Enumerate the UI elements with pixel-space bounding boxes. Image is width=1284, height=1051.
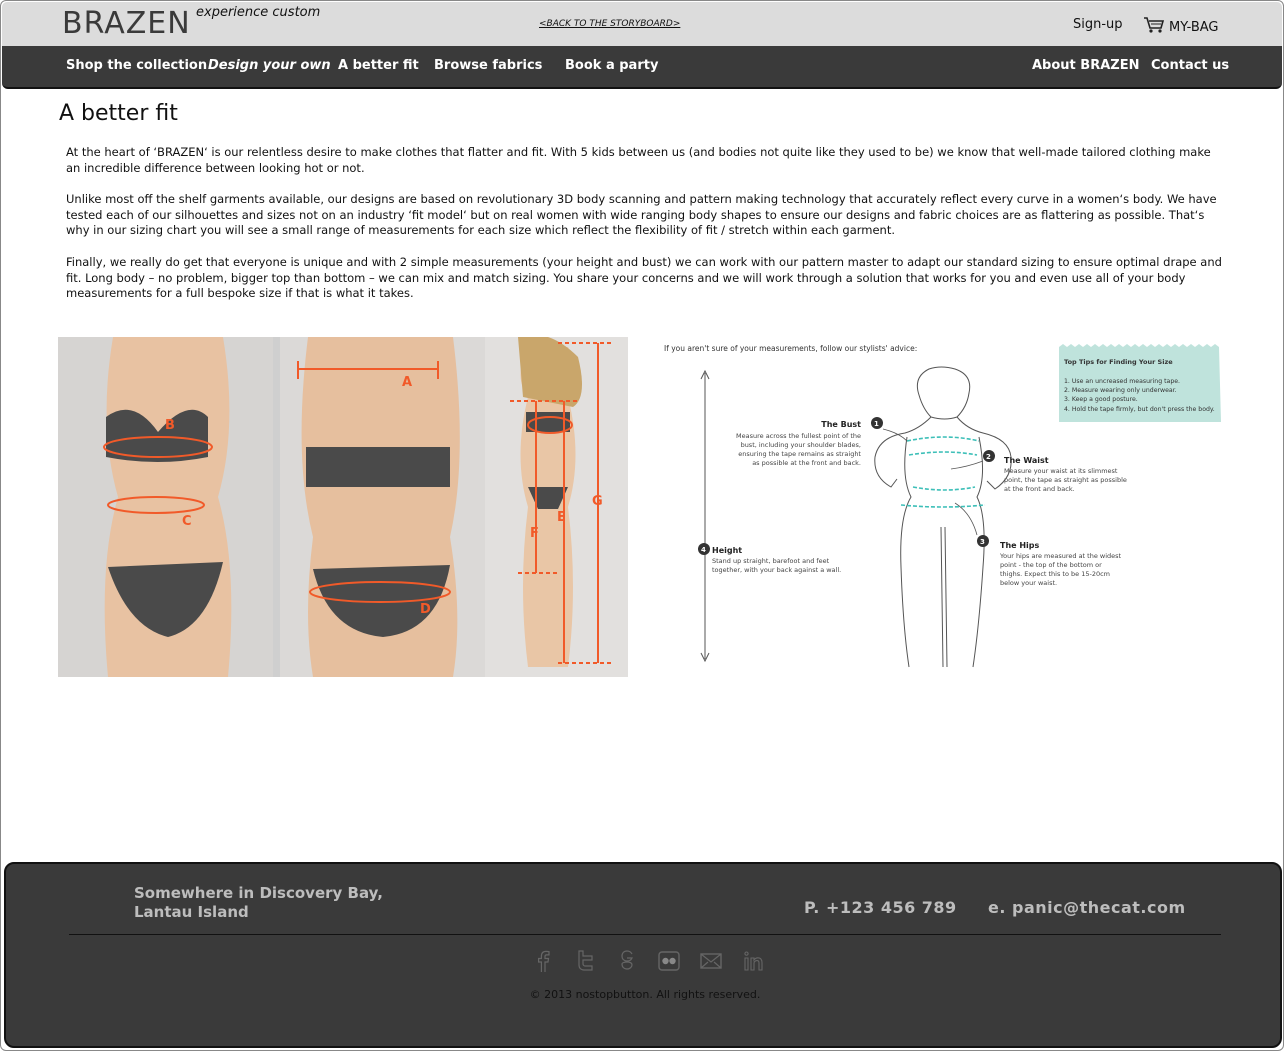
brand-tagline: experience custom	[196, 5, 321, 20]
guide-intro: If you aren't sure of your measurements,…	[664, 344, 917, 353]
measure-label-b: B	[165, 418, 175, 433]
measure-label-d: D	[420, 602, 431, 617]
bust-text-1: Measure across the fullest point of the	[736, 432, 861, 440]
nav-a-better-fit[interactable]: A better fit	[338, 58, 419, 73]
google-plus-icon[interactable]	[615, 948, 639, 974]
bust-text-3: ensuring the tape remains as straight	[738, 450, 861, 458]
hips-text-2: point - the top of the bottom or	[1000, 561, 1102, 569]
twitter-icon[interactable]	[573, 948, 597, 974]
tip-1: 1. Use an uncreased measuring tape.	[1064, 378, 1180, 385]
social-links	[531, 948, 765, 974]
flickr-icon[interactable]	[657, 948, 681, 974]
measure-label-e: E	[557, 510, 566, 525]
hips-text-1: Your hips are measured at the widest	[999, 552, 1122, 560]
main-nav: Shop the collection Design your own A be…	[2, 46, 1282, 89]
technology-paragraph: Unlike most off the shelf garments avail…	[66, 192, 1217, 238]
cart-icon	[1143, 16, 1165, 38]
nav-about-brazen[interactable]: About BRAZEN	[1032, 58, 1139, 73]
mail-icon[interactable]	[699, 948, 723, 974]
measuring-guide-diagram: If you aren't sure of your measurements,…	[661, 337, 1223, 677]
brand-logo[interactable]: BRAZEN	[62, 6, 191, 41]
site-footer: Somewhere in Discovery Bay, Lantau Islan…	[4, 862, 1282, 1048]
nav-shop-the-collection[interactable]: Shop the collection	[66, 58, 207, 73]
height-text-2: together, with your back against a wall.	[712, 566, 841, 574]
measure-label-a: A	[402, 375, 412, 390]
page-frame: BRAZEN experience custom <BACK TO THE ST…	[0, 0, 1284, 1051]
intro-paragraph: At the heart of ‘BRAZEN‘ is our relentle…	[66, 145, 1211, 175]
waist-text-1: Measure your waist at its slimmest	[1004, 467, 1118, 475]
hips-text-4: below your waist.	[1000, 579, 1057, 587]
bust-title: The Bust	[821, 420, 861, 429]
measure-label-f: F	[530, 526, 539, 541]
facebook-icon[interactable]	[531, 948, 555, 974]
back-to-storyboard-link[interactable]: <BACK TO THE STORYBOARD>	[539, 19, 680, 29]
copyright: © 2013 nostopbutton. All rights reserved…	[529, 988, 761, 1001]
waist-text-2: point, the tape as straight as possible	[1004, 476, 1127, 484]
footer-email[interactable]: e. panic@thecat.com	[988, 898, 1186, 917]
tip-4: 4. Hold the tape firmly, but don't press…	[1064, 406, 1215, 413]
top-header: BRAZEN experience custom <BACK TO THE ST…	[2, 2, 1282, 47]
measurement-photo: B C A D E F G	[58, 334, 628, 677]
waist-text-3: at the front and back.	[1004, 485, 1075, 493]
hips-text-3: thighs. Expect this to be 15-20cm	[1000, 570, 1110, 578]
nav-browse-fabrics[interactable]: Browse fabrics	[434, 58, 542, 73]
height-title: Height	[712, 546, 742, 555]
height-marker: 4	[701, 546, 706, 554]
waist-title: The Waist	[1004, 456, 1049, 465]
bust-text-4: as possible at the front and back.	[752, 459, 861, 467]
waist-marker: 2	[986, 453, 991, 461]
height-text-1: Stand up straight, barefoot and feet	[712, 557, 830, 565]
measure-label-g: G	[592, 494, 603, 509]
tip-3: 3. Keep a good posture.	[1064, 396, 1138, 403]
nav-contact-us[interactable]: Contact us	[1151, 58, 1229, 73]
my-bag-label: MY-BAG	[1169, 19, 1219, 35]
my-bag-button[interactable]: MY-BAG	[1143, 16, 1219, 38]
footer-divider	[69, 934, 1221, 935]
linkedin-icon[interactable]	[741, 948, 765, 974]
footer-phone[interactable]: P. +123 456 789	[804, 898, 957, 917]
tip-2: 2. Measure wearing only underwear.	[1064, 387, 1177, 394]
nav-design-your-own[interactable]: Design your own	[208, 58, 331, 73]
footer-address: Somewhere in Discovery Bay, Lantau Islan…	[134, 884, 383, 921]
bust-text-2: bust, including your shoulder blades,	[741, 441, 861, 449]
page-title: A better fit	[59, 101, 178, 126]
hips-title: The Hips	[1000, 541, 1040, 550]
bespoke-paragraph: Finally, we really do get that everyone …	[66, 255, 1222, 301]
signup-link[interactable]: Sign-up	[1073, 17, 1123, 32]
bust-marker: 1	[874, 420, 879, 428]
hips-marker: 3	[980, 538, 985, 546]
measure-label-c: C	[182, 514, 192, 529]
tips-title: Top Tips for Finding Your Size	[1064, 358, 1173, 366]
nav-book-a-party[interactable]: Book a party	[565, 58, 658, 73]
